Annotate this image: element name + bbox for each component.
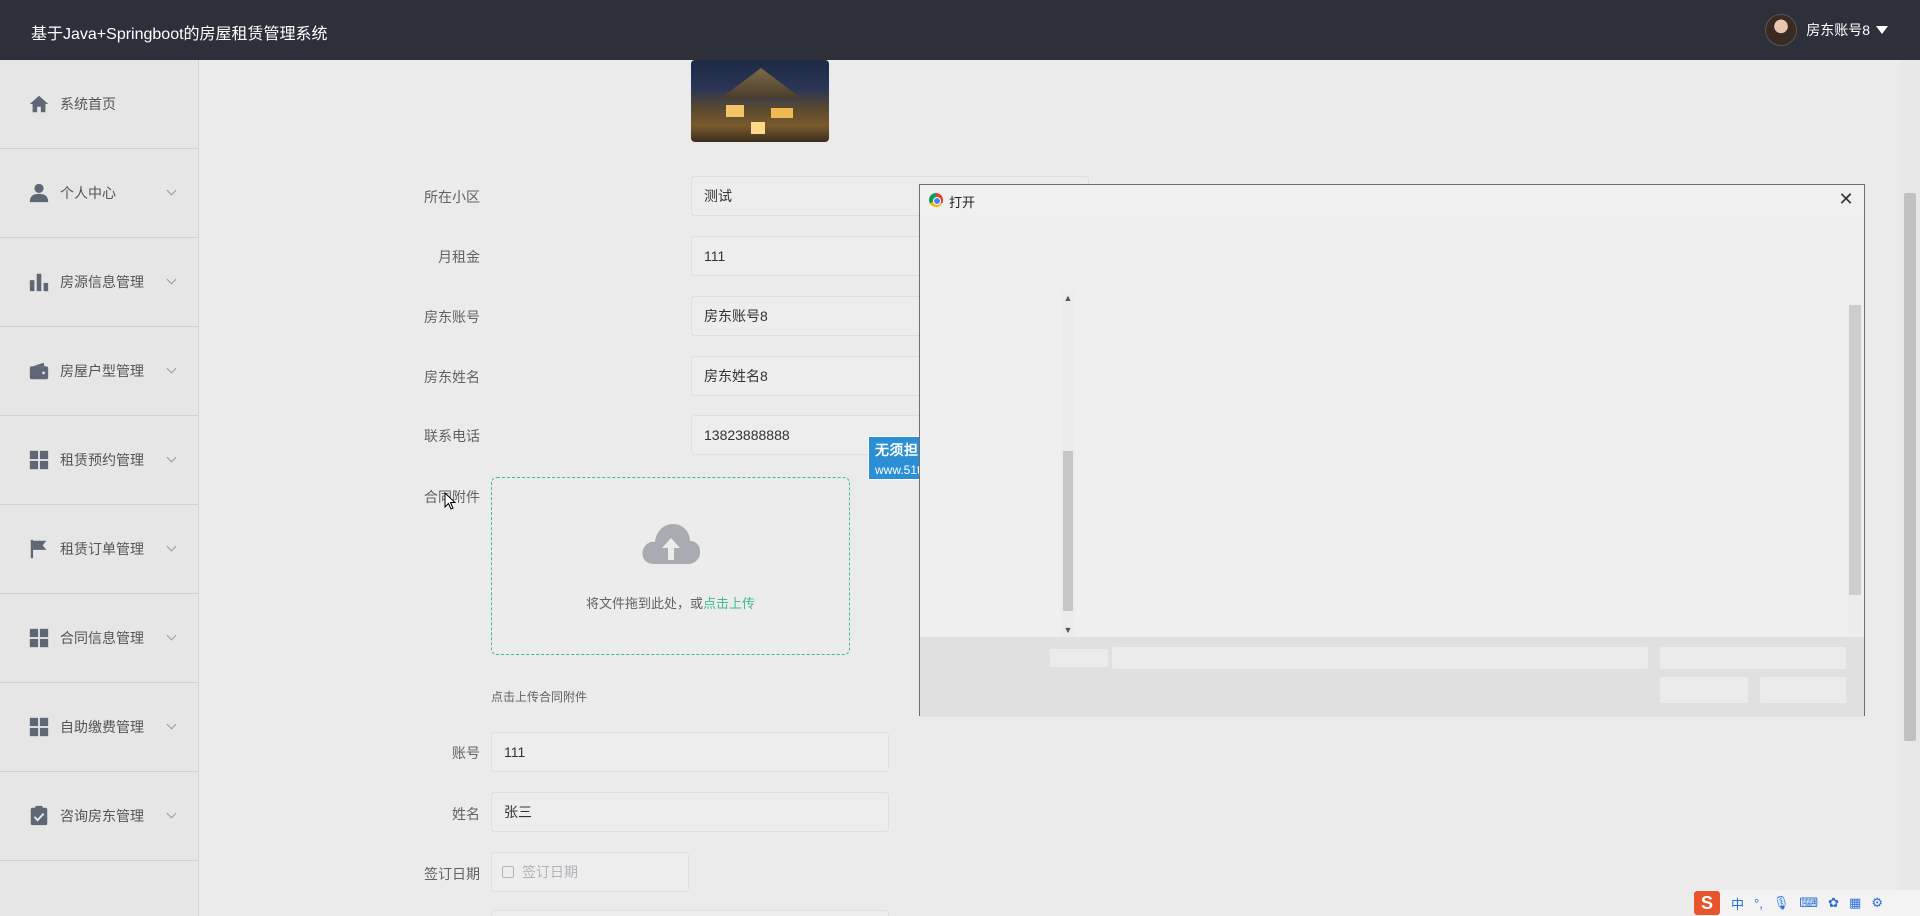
phone-label: 联系电话 — [424, 428, 480, 444]
username[interactable]: 房东账号8 — [1806, 20, 1870, 40]
name-label: 姓名 — [452, 806, 480, 822]
app-title: 基于Java+Springboot的房屋租赁管理系统 — [31, 26, 328, 43]
user-menu[interactable]: 房东账号8 — [1765, 14, 1888, 46]
cloud-upload-icon — [642, 524, 701, 564]
sidebar: 系统首页 个人中心 房源信息管理 房屋户型管理 租赁预约管理 租赁订单管理 合同… — [0, 60, 199, 916]
settings-icon[interactable]: ⚙ — [1871, 895, 1883, 911]
home-icon — [29, 95, 49, 113]
scroll-thumb[interactable] — [1849, 305, 1861, 595]
dialog-title: 打开 — [949, 195, 976, 210]
upload-hint: 将文件拖到此处，或点击上传 — [492, 593, 849, 612]
page-scrollbar[interactable] — [1900, 60, 1920, 916]
keyboard-icon[interactable]: ⌨ — [1799, 895, 1818, 911]
sidebar-item-label: 系统首页 — [60, 96, 116, 112]
filename-input[interactable] — [1112, 647, 1648, 669]
open-file-dialog: 打开 ✕ ▲ ▼ — [919, 184, 1865, 717]
scroll-thumb[interactable] — [1063, 451, 1073, 611]
attachment-label: 合同附件 — [424, 489, 480, 505]
sidebar-item-label: 租赁预约管理 — [60, 452, 144, 468]
sidebar-item-house-types[interactable]: 房屋户型管理 — [0, 327, 198, 416]
scroll-down-icon[interactable]: ▼ — [1063, 625, 1073, 635]
grid-icon — [29, 717, 49, 737]
scroll-thumb[interactable] — [1904, 193, 1916, 741]
rent-label: 月租金 — [438, 249, 480, 265]
sidebar-item-profile[interactable]: 个人中心 — [0, 149, 198, 238]
sidebar-item-label: 自助缴费管理 — [60, 719, 144, 735]
sidebar-item-label: 个人中心 — [60, 185, 116, 201]
sidebar-item-label: 房源信息管理 — [60, 274, 144, 290]
upload-tip: 点击上传合同附件 — [491, 690, 588, 704]
sign-date-placeholder: 签订日期 — [522, 864, 578, 880]
sign-date-label: 签订日期 — [424, 866, 480, 882]
upload-hint-text: 将文件拖到此处，或 — [585, 596, 703, 611]
dialog-nav-scrollbar[interactable]: ▲ ▼ — [1061, 291, 1075, 637]
account-field[interactable]: 111 — [491, 732, 889, 772]
chevron-down-icon — [166, 274, 177, 285]
open-button[interactable] — [1660, 677, 1748, 703]
ime-tray: S 中 °, 🎙 ⌨ ✿ ▦ ⚙ — [1694, 890, 1920, 916]
name-field[interactable]: 张三 — [491, 792, 889, 832]
wallet-icon — [29, 362, 49, 380]
filetype-select[interactable] — [1660, 647, 1846, 669]
chevron-down-icon — [166, 363, 177, 374]
upload-dropzone[interactable]: 将文件拖到此处，或点击上传 — [491, 477, 850, 655]
community-label: 所在小区 — [424, 189, 480, 205]
sidebar-item-orders[interactable]: 租赁订单管理 — [0, 505, 198, 594]
bar-chart-icon — [29, 273, 49, 292]
sidebar-item-label: 房屋户型管理 — [60, 363, 144, 379]
sidebar-item-payments[interactable]: 自助缴费管理 — [0, 683, 198, 772]
sidebar-item-contracts[interactable]: 合同信息管理 — [0, 594, 198, 683]
chevron-down-icon — [166, 630, 177, 641]
menu-grid-icon[interactable]: ▦ — [1849, 895, 1861, 911]
chrome-icon — [929, 193, 943, 207]
sidebar-item-consult[interactable]: 咨询房东管理 — [0, 772, 198, 861]
sogou-logo-icon[interactable]: S — [1694, 891, 1720, 915]
clipboard-check-icon — [30, 805, 48, 826]
chevron-down-icon — [166, 719, 177, 730]
grid-icon — [29, 628, 49, 648]
microphone-icon[interactable]: 🎙 — [1773, 895, 1790, 911]
chevron-down-icon — [166, 808, 177, 819]
punctuation-toggle[interactable]: °, — [1754, 896, 1763, 911]
avatar[interactable] — [1765, 14, 1798, 46]
sidebar-item-label: 咨询房东管理 — [60, 808, 144, 824]
scroll-up-icon[interactable]: ▲ — [1063, 293, 1073, 303]
flag-icon — [30, 539, 47, 559]
sidebar-item-label: 合同信息管理 — [60, 630, 144, 646]
grid-icon — [29, 450, 49, 470]
sign-date-field[interactable]: 签订日期 — [491, 852, 689, 892]
account-label: 账号 — [452, 745, 480, 761]
skin-icon[interactable]: ✿ — [1828, 895, 1839, 911]
sidebar-item-reservations[interactable]: 租赁预约管理 — [0, 416, 198, 505]
chevron-down-icon — [166, 185, 177, 196]
house-image — [691, 60, 829, 142]
next-field[interactable] — [491, 910, 889, 916]
dialog-titlebar[interactable]: 打开 ✕ — [920, 185, 1864, 215]
dialog-files-scrollbar[interactable] — [1848, 305, 1862, 633]
caret-down-icon[interactable] — [1876, 26, 1888, 34]
calendar-icon — [502, 866, 514, 878]
chevron-down-icon — [166, 452, 177, 463]
chevron-down-icon — [166, 541, 177, 552]
dialog-footer — [920, 637, 1864, 717]
mouse-cursor-icon — [444, 492, 456, 510]
ime-lang-toggle[interactable]: 中 — [1731, 894, 1744, 913]
filename-label-placeholder — [1050, 649, 1108, 667]
upload-link[interactable]: 点击上传 — [703, 596, 755, 611]
landlord-name-label: 房东姓名 — [424, 369, 480, 385]
top-header: 基于Java+Springboot的房屋租赁管理系统 房东账号8 — [0, 0, 1920, 60]
sidebar-item-listings[interactable]: 房源信息管理 — [0, 238, 198, 327]
landlord-account-label: 房东账号 — [424, 309, 480, 325]
close-icon[interactable]: ✕ — [1834, 187, 1858, 211]
user-icon — [29, 183, 49, 203]
sidebar-item-label: 租赁订单管理 — [60, 541, 144, 557]
cancel-button[interactable] — [1760, 677, 1846, 703]
sidebar-item-home[interactable]: 系统首页 — [0, 60, 198, 149]
